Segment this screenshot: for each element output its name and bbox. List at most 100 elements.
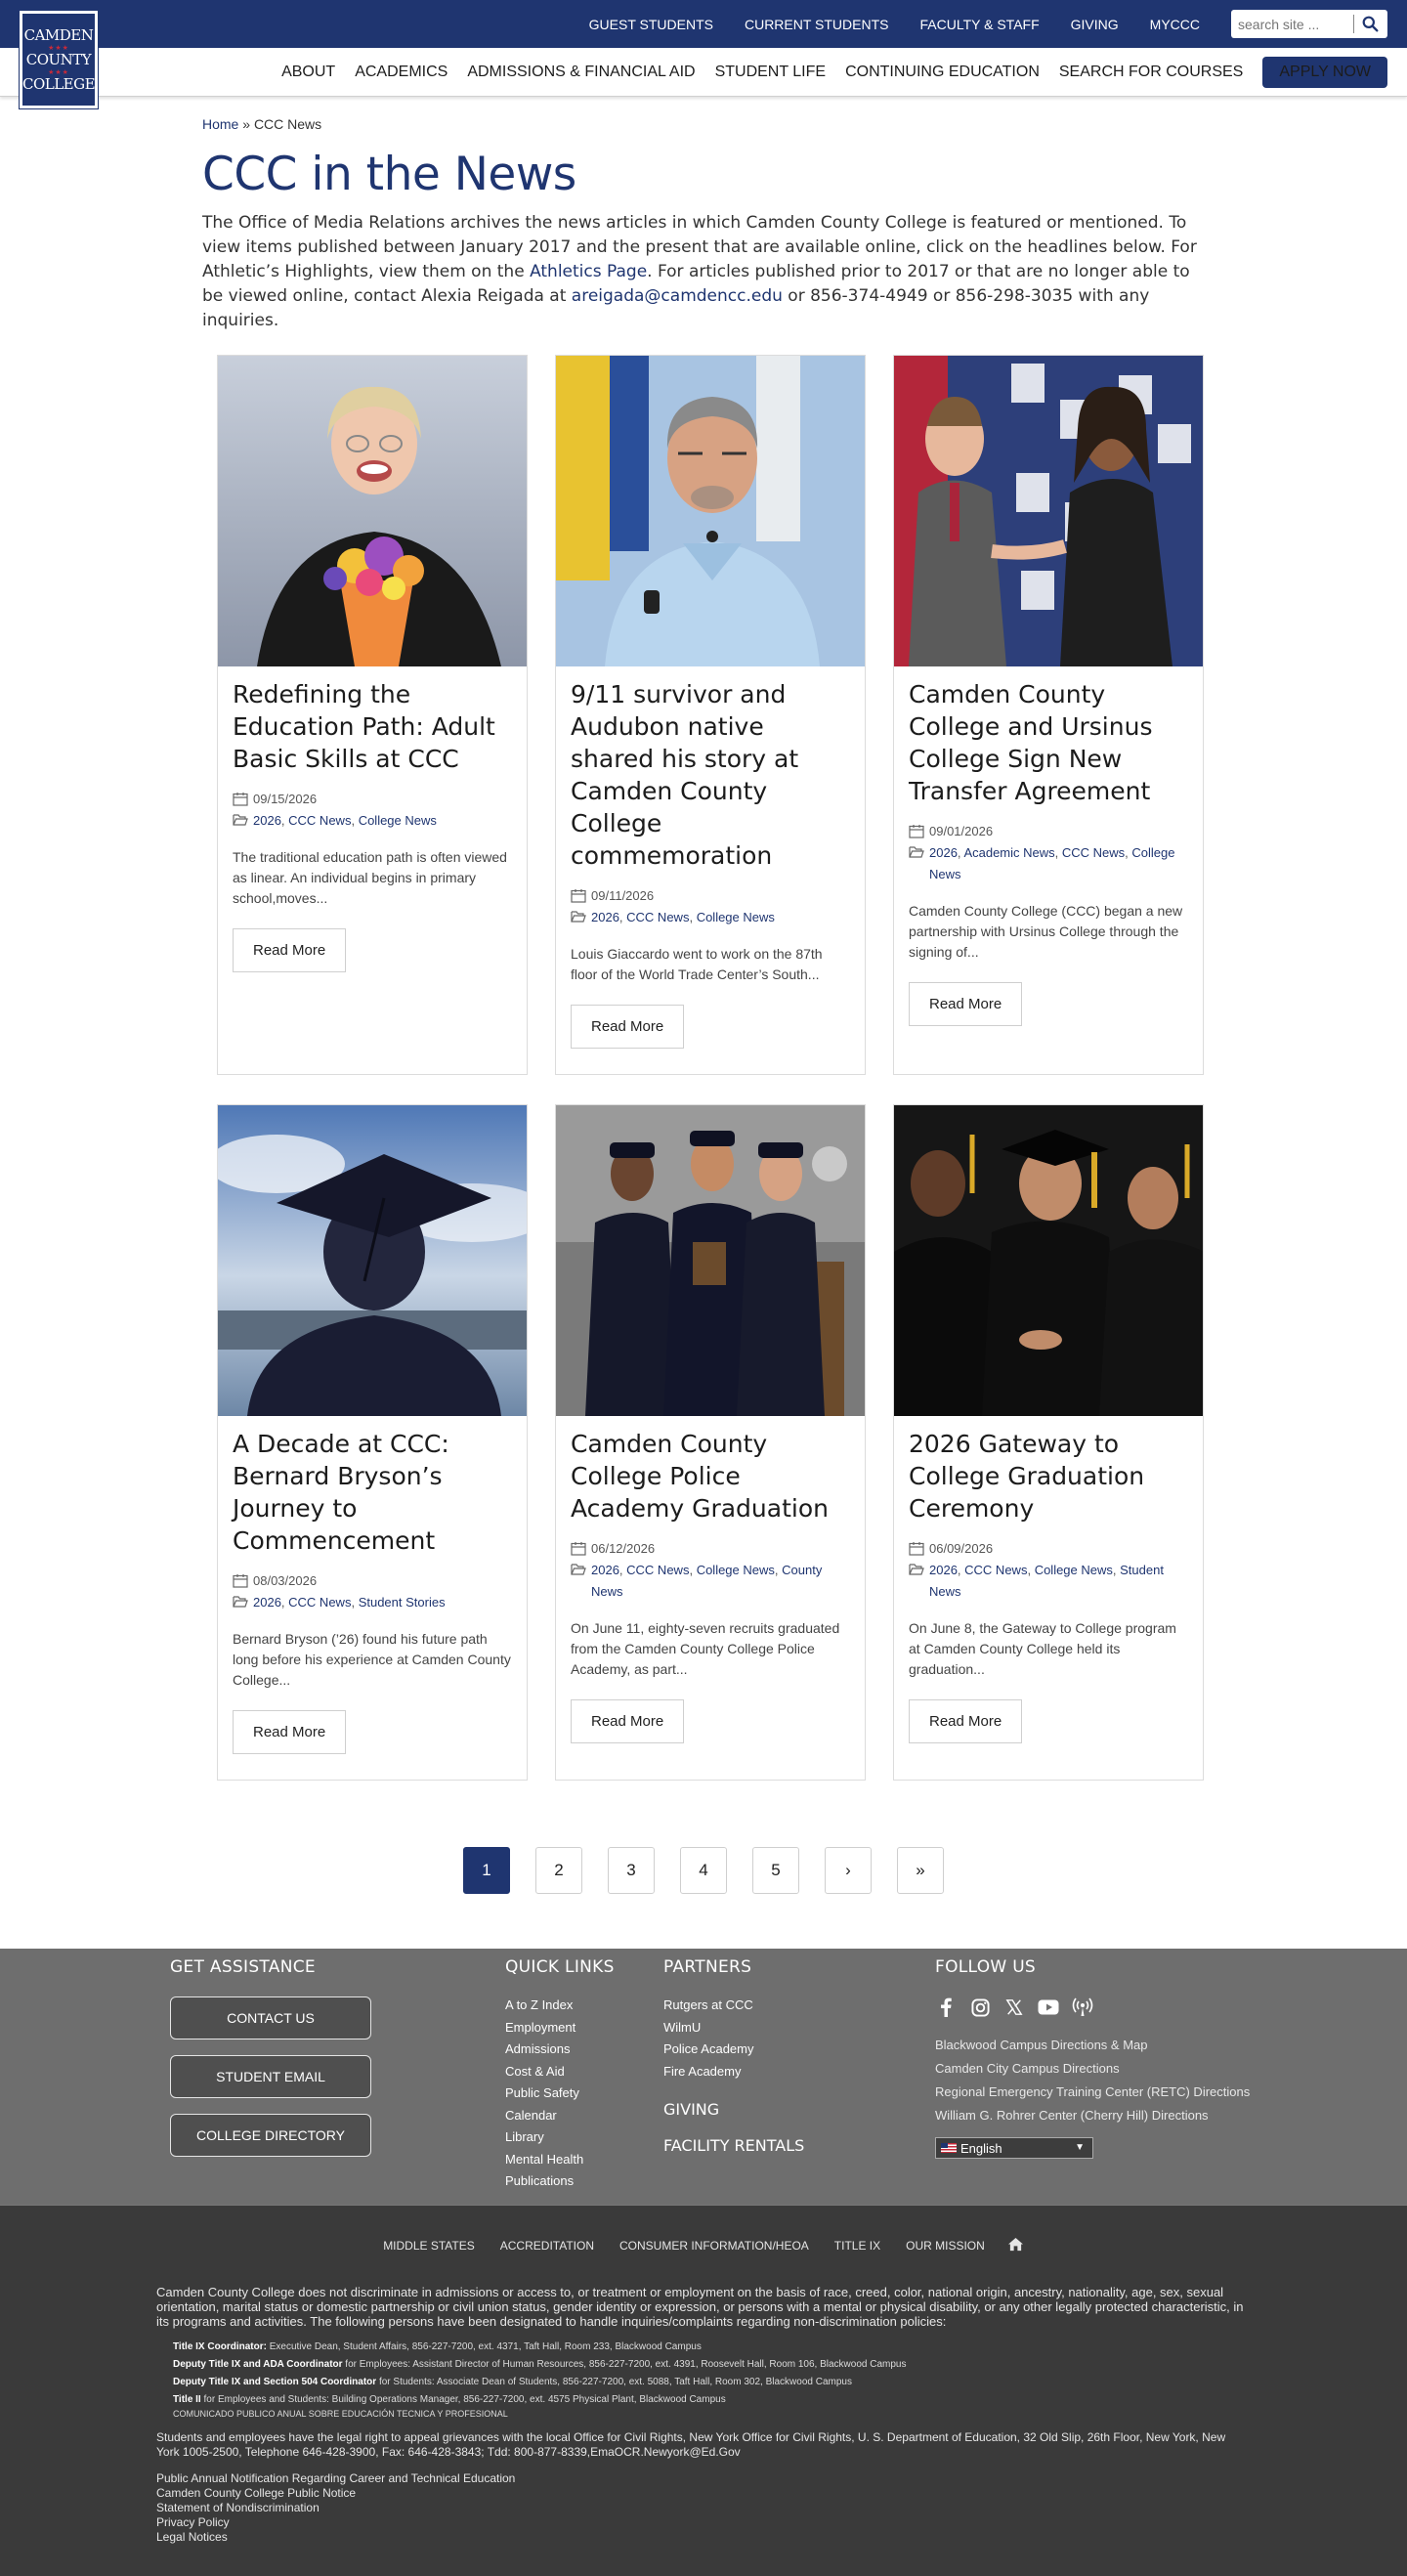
our-mission-link[interactable]: OUR MISSION [906,2239,985,2253]
contact-email-link[interactable]: areigada@camdencc.edu [572,286,783,306]
article-title[interactable]: Redefining the Education Path: Adult Bas… [233,678,512,775]
util-link-guest-students[interactable]: GUEST STUDENTS [589,17,713,32]
category-link[interactable]: College News [697,910,775,924]
article-photo-graduate-cap[interactable] [218,1105,527,1416]
quick-link[interactable]: Mental Health [505,2149,615,2171]
page-button-5[interactable]: 5 [752,1847,799,1894]
legal-link[interactable]: Camden County College Public Notice [156,2486,1251,2501]
spanish-notice-link[interactable]: COMUNICADO PUBLICO ANUAL SOBRE EDUCACIÓN… [173,2409,1251,2419]
podcast-icon[interactable] [1072,1996,1093,2018]
page-button-3[interactable]: 3 [608,1847,655,1894]
partner-link[interactable]: Fire Academy [663,2061,804,2083]
nav-about[interactable]: ABOUT [281,64,335,81]
quick-link[interactable]: Public Safety [505,2082,615,2105]
category-link[interactable]: 2026 [253,813,281,828]
read-more-button[interactable]: Read More [909,982,1023,1026]
quick-link[interactable]: Publications [505,2170,615,2193]
article-title[interactable]: Camden County College and Ursinus Colleg… [909,678,1188,807]
quick-link[interactable]: A to Z Index [505,1995,615,2017]
directions-link[interactable]: Camden City Campus Directions [935,2057,1250,2081]
article-photo-police-graduates[interactable] [556,1105,865,1416]
directions-link[interactable]: Blackwood Campus Directions & Map [935,2034,1250,2057]
legal-link[interactable]: Privacy Policy [156,2515,1251,2530]
category-link[interactable]: 2026 [591,910,619,924]
college-logo[interactable]: CAMDEN ★★★ COUNTY ★★★ COLLEGE [19,10,99,109]
article-photo-speaker[interactable] [556,356,865,666]
x-icon[interactable] [1003,1996,1025,2018]
quick-link[interactable]: Calendar [505,2105,615,2127]
read-more-button[interactable]: Read More [233,928,347,972]
category-link[interactable]: Student Stories [359,1595,446,1610]
home-icon[interactable] [1007,2237,1024,2254]
partner-link[interactable]: Rutgers at CCC [663,1995,804,2017]
nav-search-for-courses[interactable]: SEARCH FOR COURSES [1059,64,1243,81]
page-button-4[interactable]: 4 [680,1847,727,1894]
title-ix-link[interactable]: TITLE IX [834,2239,880,2253]
accreditation-link[interactable]: ACCREDITATION [500,2239,594,2253]
util-link-giving[interactable]: GIVING [1071,17,1119,32]
next-page-button[interactable]: › [825,1847,872,1894]
quick-link[interactable]: Library [505,2126,615,2149]
quick-link[interactable]: Admissions [505,2039,615,2061]
category-link[interactable]: Academic News [963,845,1054,860]
page-button-1[interactable]: 1 [463,1847,510,1894]
article-photo-graduation-ceremony[interactable] [894,1105,1203,1416]
giving-link[interactable]: GIVING [663,2100,804,2119]
article-title[interactable]: 9/11 survivor and Audubon native shared … [571,678,850,872]
category-link[interactable]: College News [1035,1563,1113,1577]
consumer-information-link[interactable]: CONSUMER INFORMATION/HEOA [619,2239,809,2253]
util-link-faculty-staff[interactable]: FACULTY & STAFF [920,17,1040,32]
partner-link[interactable]: Police Academy [663,2039,804,2061]
directions-link[interactable]: Regional Emergency Training Center (RETC… [935,2081,1250,2104]
read-more-button[interactable]: Read More [233,1710,347,1754]
search-input[interactable] [1231,11,1353,37]
read-more-button[interactable]: Read More [909,1699,1023,1743]
article-photo-handshake[interactable] [894,356,1203,666]
middle-states-link[interactable]: MIDDLE STATES [383,2239,475,2253]
article-title[interactable]: A Decade at CCC: Bernard Bryson’s Journe… [233,1428,512,1557]
nav-continuing-education[interactable]: CONTINUING EDUCATION [845,64,1040,81]
facility-rentals-link[interactable]: FACILITY RENTALS [663,2136,804,2155]
category-link[interactable]: CCC News [1062,845,1125,860]
category-link[interactable]: 2026 [929,1563,958,1577]
athletics-page-link[interactable]: Athletics Page [530,262,647,281]
apply-now-button[interactable]: APPLY NOW [1262,56,1387,88]
search-button[interactable] [1354,11,1386,37]
article-photo-woman-flowers[interactable] [218,356,527,666]
college-directory-button[interactable]: COLLEGE DIRECTORY [170,2114,371,2157]
breadcrumb-home[interactable]: Home [202,116,238,132]
quick-link[interactable]: Cost & Aid [505,2061,615,2083]
read-more-button[interactable]: Read More [571,1699,685,1743]
last-page-button[interactable]: » [897,1847,944,1894]
contact-us-button[interactable]: CONTACT US [170,1996,371,2039]
partner-link[interactable]: WilmU [663,2017,804,2039]
category-link[interactable]: 2026 [591,1563,619,1577]
category-link[interactable]: 2026 [253,1595,281,1610]
directions-link[interactable]: William G. Rohrer Center (Cherry Hill) D… [935,2104,1250,2127]
nav-student-life[interactable]: STUDENT LIFE [715,64,827,81]
category-link[interactable]: College News [697,1563,775,1577]
article-title[interactable]: Camden County College Police Academy Gra… [571,1428,850,1524]
util-link-current-students[interactable]: CURRENT STUDENTS [745,17,889,32]
legal-link[interactable]: Statement of Nondiscrimination [156,2501,1251,2515]
quick-link[interactable]: Employment [505,2017,615,2039]
read-more-button[interactable]: Read More [571,1005,685,1049]
legal-link[interactable]: Legal Notices [156,2530,1251,2545]
nav-academics[interactable]: ACADEMICS [355,64,448,81]
category-link[interactable]: CCC News [626,910,689,924]
student-email-button[interactable]: STUDENT EMAIL [170,2055,371,2098]
category-link[interactable]: CCC News [626,1563,689,1577]
page-button-2[interactable]: 2 [535,1847,582,1894]
legal-link[interactable]: Public Annual Notification Regarding Car… [156,2471,1251,2486]
category-link[interactable]: CCC News [964,1563,1027,1577]
category-link[interactable]: College News [359,813,437,828]
youtube-icon[interactable] [1038,1996,1059,2018]
category-link[interactable]: 2026 [929,845,958,860]
language-selector[interactable]: English ▼ [935,2137,1093,2159]
facebook-icon[interactable] [935,1996,957,2018]
category-link[interactable]: CCC News [288,1595,351,1610]
article-title[interactable]: 2026 Gateway to College Graduation Cerem… [909,1428,1188,1524]
category-link[interactable]: CCC News [288,813,351,828]
util-link-myccc[interactable]: MYCCC [1150,17,1200,32]
nav-admissions-financial-aid[interactable]: ADMISSIONS & FINANCIAL AID [467,64,695,81]
